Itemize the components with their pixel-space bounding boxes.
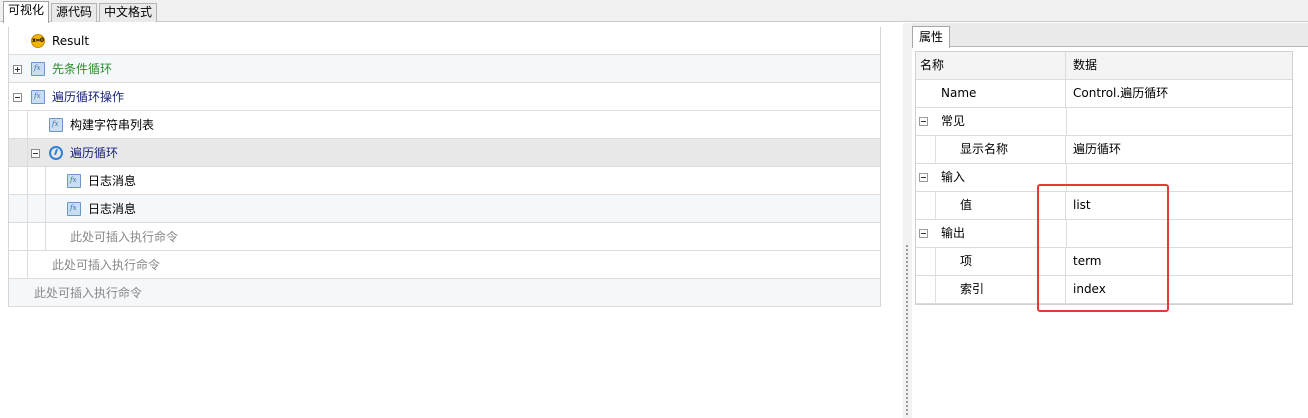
tree-row-log-message-1[interactable]: 日志消息 [9,167,880,195]
property-label: 项 [960,254,973,268]
tab-properties[interactable]: 属性 [912,26,951,48]
tree-row-insert-hint-outer[interactable]: 此处可插入执行命令 [9,279,880,307]
tab-source-code[interactable]: 源代码 [51,3,98,22]
property-row-item[interactable]: 项 term [916,248,1292,276]
activity-icon [67,202,81,216]
category-label: 输出 [941,226,966,240]
property-value[interactable]: list [1073,192,1091,219]
panel-splitter[interactable] [903,23,912,418]
property-category-input[interactable]: 输入 [916,164,1292,192]
tree-row-build-string-list[interactable]: 构建字符串列表 [9,111,880,139]
workflow-tree: Result 先条件循环 遍历循环操作 构建字符串列表 遍历循环 [8,27,881,307]
property-grid-header: 名称 数据 [916,52,1292,80]
collapse-icon[interactable] [31,149,40,158]
activity-icon [31,90,45,104]
indent-guide [27,111,28,138]
tree-label-result: Result [52,34,90,48]
property-label: 显示名称 [960,142,1009,156]
row-gutter [916,192,936,219]
indent-guide [45,167,46,194]
indent-guide [45,195,46,222]
workflow-panel: Result 先条件循环 遍历循环操作 构建字符串列表 遍历循环 [0,23,903,418]
row-gutter [916,136,936,163]
tree-row-traverse-loop[interactable]: 遍历循环 [9,139,880,167]
activity-icon [49,118,63,132]
indent-guide [27,167,28,194]
property-value[interactable]: index [1073,276,1106,303]
indent-guide [27,223,28,250]
tab-chinese-format[interactable]: 中文格式 [99,3,158,22]
expand-icon[interactable] [13,65,22,74]
property-row-index[interactable]: 索引 index [916,276,1292,304]
insert-command-hint: 此处可插入执行命令 [70,230,179,244]
category-label: 输入 [941,170,966,184]
property-grid: 名称 数据 Name Control.遍历循环 常见 显示名称 遍历循环 输入 [915,51,1293,305]
property-value[interactable]: 遍历循环 [1073,136,1121,163]
property-value[interactable]: term [1073,248,1102,275]
tab-visual[interactable]: 可视化 [3,1,50,23]
properties-panel: 属性 名称 数据 Name Control.遍历循环 常见 显示名称 遍历循环 … [912,23,1308,418]
property-value[interactable]: Control.遍历循环 [1073,80,1168,107]
variable-icon [31,34,45,48]
indent-guide [27,251,28,278]
property-category-common[interactable]: 常见 [916,108,1292,136]
column-header-name: 名称 [920,58,945,72]
collapse-icon[interactable] [919,117,928,126]
category-label: 常见 [941,114,966,128]
indent-guide [27,139,28,166]
editor-tabbar: 可视化 源代码 中文格式 [0,0,1308,23]
tree-label-build-string-list: 构建字符串列表 [70,118,155,132]
collapse-icon[interactable] [13,93,22,102]
tree-row-insert-hint-mid[interactable]: 此处可插入执行命令 [9,251,880,279]
collapse-icon[interactable] [919,173,928,182]
properties-tabbar: 属性 [912,23,1308,48]
property-row-value[interactable]: 值 list [916,192,1292,220]
property-row-name[interactable]: Name Control.遍历循环 [916,80,1292,108]
row-gutter [916,248,936,275]
tree-label-log-message: 日志消息 [88,202,137,216]
property-label: Name [941,86,977,100]
row-gutter [916,276,936,303]
column-header-data: 数据 [1073,58,1098,72]
tree-row-pre-condition-loop[interactable]: 先条件循环 [9,55,880,83]
tree-row-traverse-loop-op[interactable]: 遍历循环操作 [9,83,880,111]
tree-row-result[interactable]: Result [9,27,880,55]
insert-command-hint: 此处可插入执行命令 [34,286,143,300]
activity-icon [31,62,45,76]
property-category-output[interactable]: 输出 [916,220,1292,248]
tree-row-insert-hint-inner[interactable]: 此处可插入执行命令 [9,223,880,251]
tree-row-log-message-2[interactable]: 日志消息 [9,195,880,223]
insert-command-hint: 此处可插入执行命令 [52,258,161,272]
loop-icon [49,146,63,160]
activity-icon [67,174,81,188]
indent-guide [27,195,28,222]
collapse-icon[interactable] [919,229,928,238]
tree-label-traverse-loop-op: 遍历循环操作 [52,90,125,104]
property-label: 值 [960,198,973,212]
property-label: 索引 [960,282,985,296]
tree-label-log-message: 日志消息 [88,174,137,188]
splitter-grip-icon [906,245,909,417]
tree-label-pre-condition-loop: 先条件循环 [52,62,113,76]
tree-label-traverse-loop: 遍历循环 [70,146,119,160]
indent-guide [45,223,46,250]
property-row-display-name[interactable]: 显示名称 遍历循环 [916,136,1292,164]
